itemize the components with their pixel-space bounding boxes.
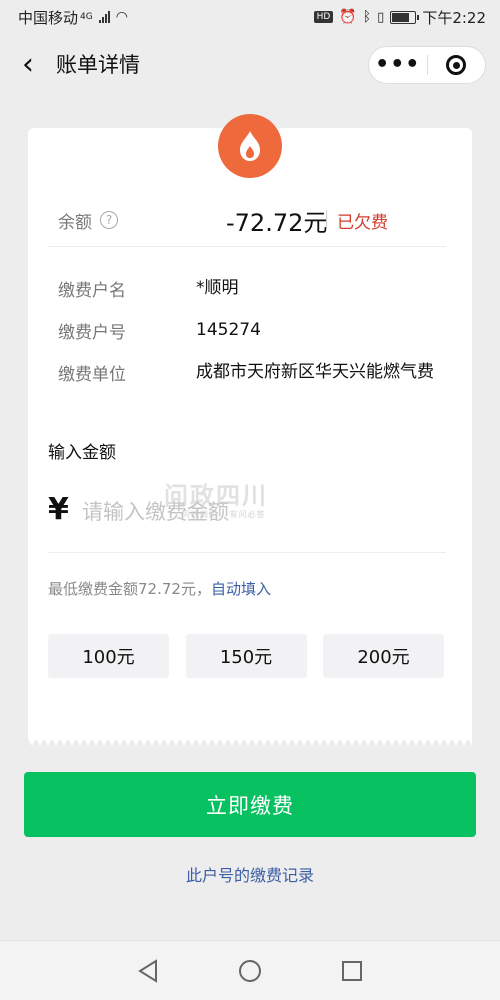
watermark-subtitle: 问政四川 · 有问必答	[182, 510, 266, 519]
amount-input-title: 输入金额	[48, 443, 116, 463]
field-value: 145274	[196, 320, 261, 340]
field-value: 成都市天府新区华天兴能燃气费	[196, 362, 434, 382]
close-miniprogram-button[interactable]	[428, 55, 486, 75]
carrier-name: 中国移动	[18, 8, 79, 27]
field-label: 缴费户名	[58, 281, 126, 301]
divider	[48, 552, 446, 553]
wifi-icon: ◠	[115, 9, 128, 25]
target-icon	[446, 55, 467, 75]
help-icon[interactable]: ?	[100, 211, 118, 229]
currency-symbol: ¥	[48, 492, 69, 527]
system-navigation-bar	[0, 940, 500, 1000]
gas-flame-icon	[218, 114, 282, 178]
hd-icon: HD	[313, 11, 334, 23]
quick-amounts: 100元 150元 200元	[48, 634, 444, 678]
balance-amount: -72.72元	[226, 208, 328, 237]
watermark: 问政四川 问政四川 · 有问必答	[164, 476, 268, 520]
back-icon[interactable]: ‹	[0, 47, 56, 82]
pay-now-button[interactable]: 立即缴费	[24, 772, 476, 837]
nav-recents-icon[interactable]	[338, 957, 366, 985]
status-bar: 中国移动 4G ◠ HD ⏰ ᛒ ▯ 下午2:22	[0, 0, 500, 34]
nav-bar: ‹ 账单详情 •••	[0, 34, 500, 94]
clock-time: 下午2:22	[422, 8, 486, 27]
bluetooth-icon: ᛒ	[362, 9, 372, 25]
signal-icon	[98, 11, 110, 23]
page-title: 账单详情	[56, 53, 140, 77]
nav-home-icon[interactable]	[236, 957, 264, 985]
nav-back-icon[interactable]	[134, 957, 162, 985]
field-label: 缴费户号	[58, 323, 126, 343]
min-amount-line: 最低缴费金额72.72元，自动填入	[48, 578, 271, 599]
bill-card: 余额 ? -72.72元 已欠费 缴费户名 *顺明 缴费户号 145274 缴费…	[28, 114, 472, 740]
balance-label: 余额	[58, 212, 92, 233]
battery-icon	[390, 10, 420, 24]
balance-row: 余额 ? -72.72元 已欠费	[58, 198, 448, 242]
more-button[interactable]: •••	[369, 46, 427, 84]
miniprogram-capsule: •••	[368, 46, 486, 84]
payment-records-link[interactable]: 此户号的缴费记录	[0, 862, 500, 886]
field-label: 缴费单位	[58, 365, 126, 385]
field-value: *顺明	[196, 278, 239, 298]
balance-divider	[326, 210, 327, 228]
vibrate-icon: ▯	[377, 9, 385, 25]
divider	[48, 246, 446, 247]
min-amount-text: 最低缴费金额72.72元，	[48, 580, 211, 598]
receipt-edge	[28, 738, 472, 746]
watermark-title: 问政四川	[164, 482, 268, 510]
network-type: 4G	[80, 12, 93, 22]
quick-amount-button[interactable]: 150元	[185, 634, 307, 678]
alarm-icon: ⏰	[339, 9, 357, 25]
status-badge: 已欠费	[337, 212, 388, 233]
autofill-link[interactable]: 自动填入	[211, 580, 271, 598]
quick-amount-button[interactable]: 200元	[323, 634, 444, 678]
quick-amount-button[interactable]: 100元	[48, 634, 169, 678]
